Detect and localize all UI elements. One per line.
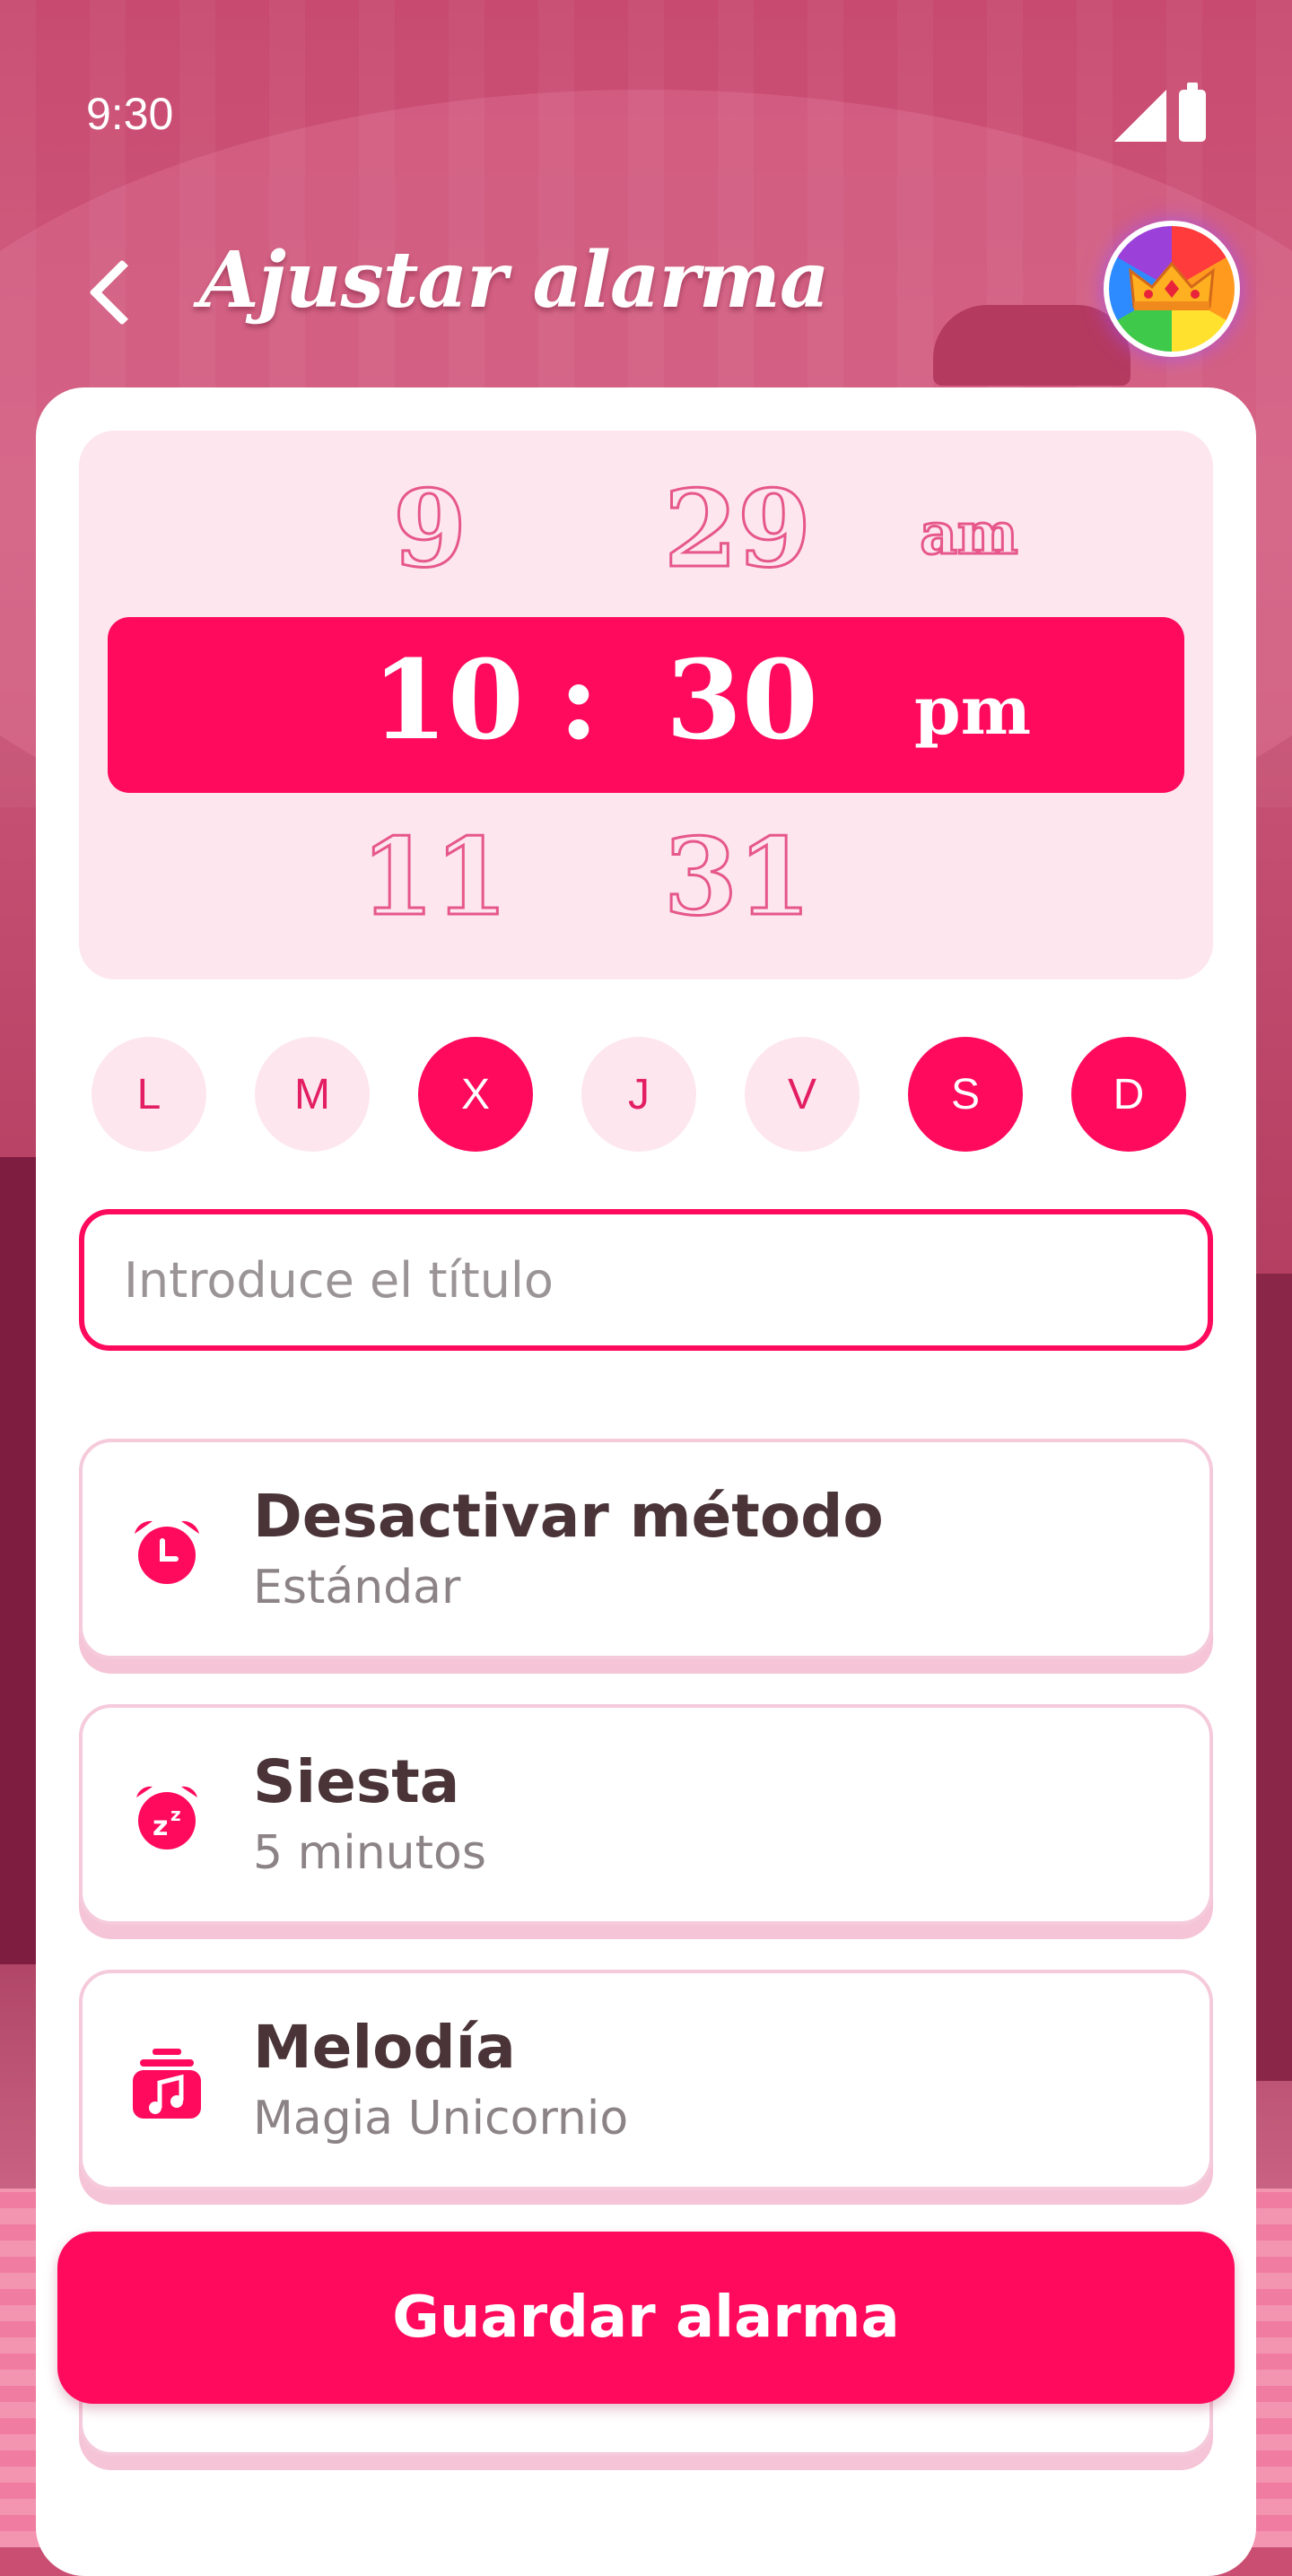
alarm-clock-icon — [135, 1520, 199, 1584]
battery-icon — [1179, 83, 1206, 142]
music-note-icon — [133, 2049, 201, 2119]
weekday-selector: L M X J V S D — [92, 1037, 1222, 1152]
premium-button[interactable] — [1104, 221, 1240, 357]
minute-prev[interactable]: 29 — [639, 466, 836, 593]
day-s[interactable]: S — [908, 1037, 1023, 1152]
option-value: Magia Unicornio — [253, 2092, 629, 2145]
option-title: Melodía — [253, 2013, 516, 2082]
option-title: Desactivar método — [253, 1482, 884, 1551]
ampm-selected[interactable]: pm — [883, 673, 1062, 750]
day-l[interactable]: L — [92, 1037, 206, 1152]
day-x[interactable]: X — [418, 1037, 533, 1152]
day-m[interactable]: M — [255, 1037, 370, 1152]
background-plant — [933, 305, 1130, 386]
option-melody[interactable]: Melodía Magia Unicornio — [79, 1970, 1213, 2190]
hour-selected[interactable]: 10 — [345, 635, 551, 764]
back-button[interactable] — [86, 249, 140, 330]
hour-prev[interactable]: 9 — [345, 466, 515, 593]
option-value: 5 minutos — [253, 1826, 486, 1880]
option-disable-method[interactable]: Desactivar método Estándar — [79, 1439, 1213, 1659]
ampm-prev[interactable]: am — [897, 500, 1041, 570]
alarm-title-input[interactable] — [79, 1209, 1213, 1351]
signal-icon — [1114, 90, 1166, 142]
minute-selected[interactable]: 30 — [639, 635, 845, 764]
option-title: Siesta — [253, 1747, 460, 1816]
status-time: 9:30 — [86, 89, 174, 139]
status-icons — [1114, 83, 1206, 142]
option-value: Estándar — [253, 1561, 461, 1614]
minute-next[interactable]: 31 — [639, 814, 836, 941]
svg-text:z: z — [153, 1811, 168, 1842]
time-separator: : — [558, 635, 599, 764]
time-picker[interactable]: 9 29 am 10 : 30 pm 11 31 — [79, 431, 1213, 979]
svg-text:z: z — [170, 1804, 181, 1825]
snooze-icon: z z — [136, 1786, 197, 1849]
crown-icon — [1129, 262, 1215, 310]
day-d[interactable]: D — [1071, 1037, 1186, 1152]
day-j[interactable]: J — [581, 1037, 696, 1152]
hour-next[interactable]: 11 — [345, 814, 524, 941]
day-v[interactable]: V — [745, 1037, 860, 1152]
page-title: Ajustar alarma — [199, 235, 830, 326]
save-alarm-button[interactable]: Guardar alarma — [57, 2232, 1235, 2404]
option-snooze[interactable]: z z Siesta 5 minutos — [79, 1704, 1213, 1925]
